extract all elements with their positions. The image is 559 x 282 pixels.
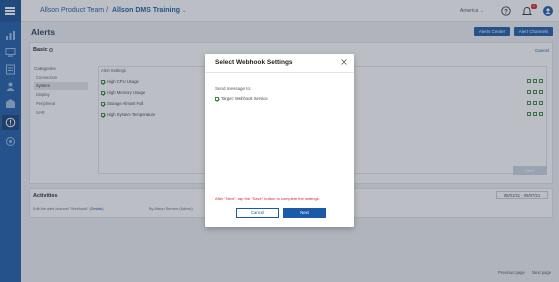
target-label: Target: Webhook Service	[221, 96, 268, 101]
webhook-settings-dialog: Select Webhook Settings Send message to:…	[205, 54, 354, 227]
target-option[interactable]: Target: Webhook Service	[215, 96, 268, 101]
send-message-label: Send message to:	[215, 86, 252, 91]
dialog-title: Select Webhook Settings	[215, 59, 293, 66]
next-button[interactable]: Next	[283, 208, 326, 218]
warning-text: After "Next", tap the "Save" button to c…	[215, 196, 320, 201]
close-icon[interactable]	[340, 58, 348, 66]
cancel-button[interactable]: Cancel	[236, 208, 279, 218]
divider	[205, 72, 354, 73]
checkbox-icon[interactable]	[215, 96, 219, 101]
